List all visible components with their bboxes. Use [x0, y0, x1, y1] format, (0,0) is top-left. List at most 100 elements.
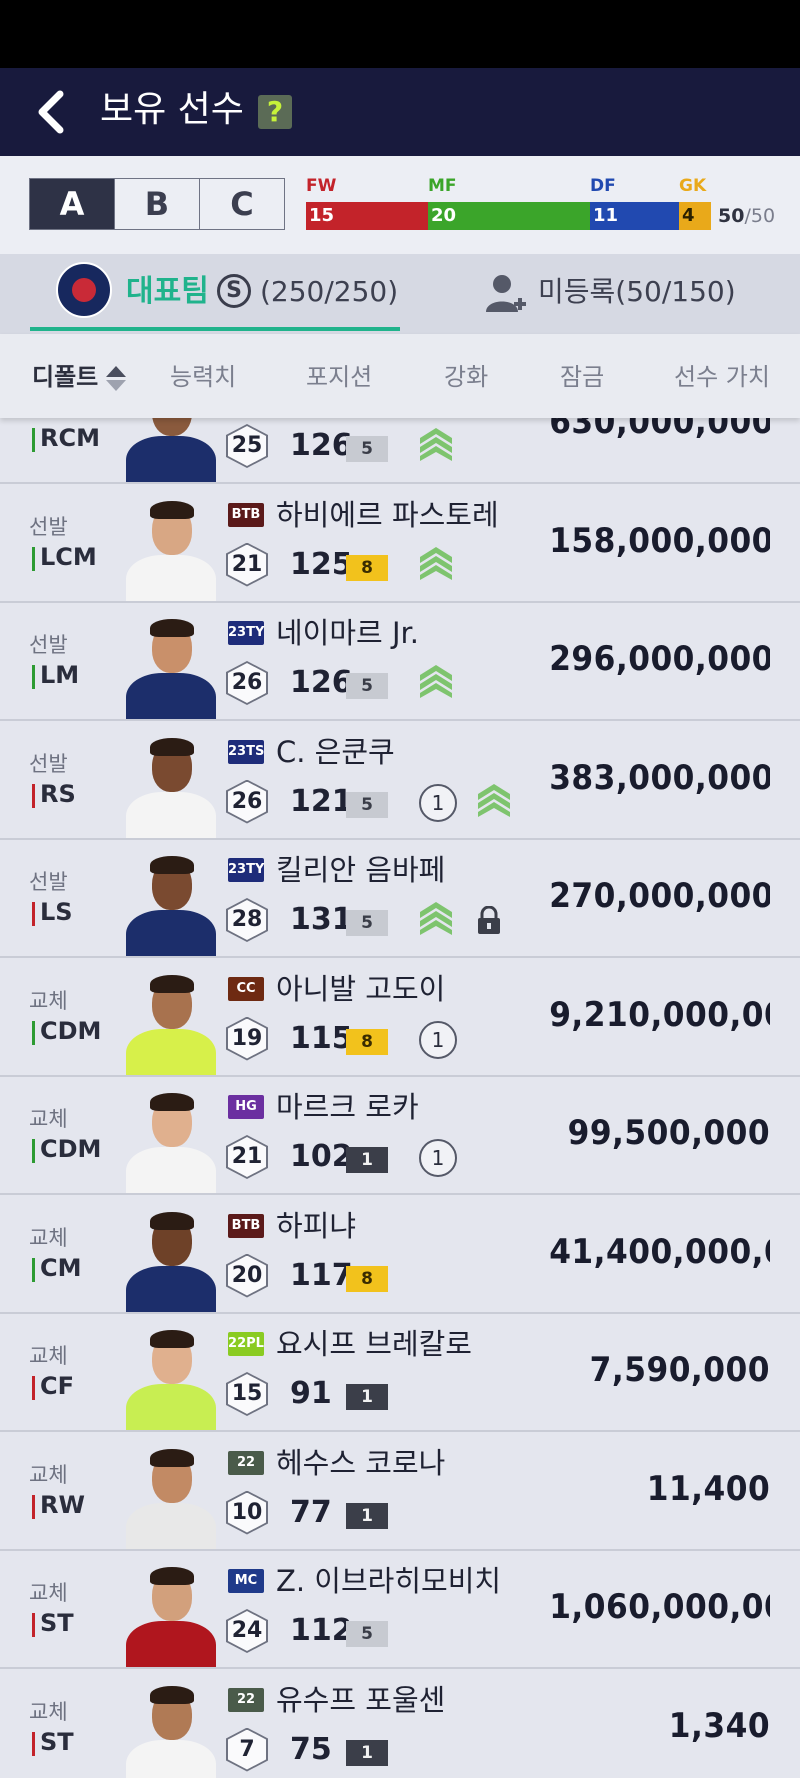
player-value: 99,500,000	[567, 1113, 770, 1153]
tab-main-team[interactable]: 대표팀	[126, 272, 209, 312]
player-portrait	[122, 969, 218, 1075]
player-position: RS	[32, 780, 76, 808]
position-ratio-bar: 15 20 11 4	[306, 202, 711, 230]
player-name: 네이마르 Jr.	[276, 616, 419, 650]
back-arrow-icon[interactable]	[30, 88, 74, 136]
player-row[interactable]: 교체CMBTB하피냐20117841,400,000,000	[0, 1195, 800, 1314]
sort-lock[interactable]: 잠금	[560, 362, 604, 392]
player-row[interactable]: 교체 CF 22PL 요시프 브레칼로 15 91 1 7,590,000	[0, 1314, 800, 1432]
player-name: 유수프 포울센	[276, 1682, 446, 1717]
mf-count: 20	[428, 202, 590, 230]
player-status: 교체	[29, 1462, 68, 1487]
add-user-icon[interactable]	[484, 272, 528, 316]
player-row[interactable]: 교체 RW 22 헤수스 코로나 10 77 1 11,400	[0, 1432, 800, 1551]
player-row[interactable]: 교체STMCZ. 이브라히모비치2411251,060,000,000	[0, 1551, 800, 1669]
player-status: 교체	[29, 1581, 68, 1605]
help-icon[interactable]: ?	[258, 95, 292, 129]
player-row[interactable]: 선발RS23TSC. 은쿤쿠2612151383,000,000,000	[0, 721, 800, 840]
formation-tab-b[interactable]: B	[114, 179, 199, 229]
sort-default[interactable]: 디폴트	[32, 362, 98, 392]
season-badge-icon: 22	[228, 1450, 264, 1475]
rank-up-chevron-icon	[418, 545, 454, 581]
rank-up-chevron-icon	[418, 663, 454, 699]
sort-value[interactable]: 선수 가치	[674, 362, 770, 392]
sort-enhance[interactable]: 강화	[444, 362, 488, 392]
sort-down-icon	[106, 380, 126, 391]
player-position: RW	[32, 1491, 85, 1519]
player-status: 교체	[29, 1107, 68, 1131]
player-row[interactable]: 교체CDMCC아니발 고도이19115819,210,000,000	[0, 958, 800, 1077]
enhance-grade-badge: 1	[346, 1502, 388, 1529]
team-tabs: 대표팀 S (250/250) 미등록(50/150)	[0, 254, 800, 334]
player-position: LS	[32, 898, 73, 926]
player-row[interactable]: 선발LM23TY네이마르 Jr.261265296,000,000,000	[0, 603, 800, 721]
season-badge-icon: 23TS	[228, 739, 264, 764]
enhance-grade-badge: 8	[346, 1265, 388, 1292]
player-position: CDM	[32, 1017, 101, 1045]
player-portrait	[122, 1324, 218, 1430]
player-position: CF	[32, 1372, 74, 1400]
squad-total-max: /50	[744, 205, 776, 227]
lock-icon[interactable]	[476, 905, 502, 934]
formation-tab-c[interactable]: C	[199, 179, 284, 229]
gk-label: GK	[679, 176, 707, 196]
mf-label: MF	[428, 176, 457, 196]
season-badge-icon: 23TY	[228, 621, 264, 645]
training-level-icon: 1	[419, 783, 457, 822]
player-position: RCM	[32, 424, 100, 452]
player-name: 마르크 로카	[276, 1090, 419, 1124]
player-portrait	[122, 1561, 218, 1667]
player-value: 9,210,000,000	[549, 994, 770, 1035]
sort-up-icon	[106, 366, 126, 377]
player-value: 41,400,000,000	[549, 1231, 770, 1272]
season-badge-icon: HG	[228, 1095, 264, 1119]
training-level-icon: 1	[419, 1020, 457, 1059]
season-badge-icon: 23TY	[228, 858, 264, 882]
player-status: 교체	[29, 1225, 68, 1250]
enhance-grade-badge: 8	[346, 1028, 388, 1055]
psg-crest-icon	[56, 262, 112, 318]
player-row[interactable]: 선발LS23TY킬리안 음바페281315270,000,000,000	[0, 840, 800, 958]
player-portrait	[122, 1443, 218, 1549]
player-row[interactable]: 교체 ST 22 유수프 포울센 7 75 1 1,340	[0, 1669, 800, 1778]
enhance-grade-badge: 1	[346, 1739, 388, 1766]
player-portrait	[122, 850, 218, 956]
formation-tab-a[interactable]: A	[30, 179, 114, 229]
sort-position[interactable]: 포지션	[306, 362, 372, 392]
df-count: 11	[590, 202, 679, 230]
player-position: ST	[32, 1609, 74, 1637]
player-value: 270,000,000,000	[549, 876, 770, 916]
rank-up-chevron-icon	[476, 782, 512, 818]
fw-label: FW	[306, 176, 337, 196]
player-name: 킬리안 음바페	[276, 853, 446, 887]
season-badge-icon: BTB	[228, 1213, 264, 1238]
status-bar	[0, 0, 800, 68]
player-ovr: 77	[290, 1494, 332, 1530]
title-bar: 보유 선수 ?	[0, 68, 800, 156]
player-ovr: 75	[290, 1731, 332, 1767]
player-ovr: 126	[290, 428, 353, 463]
player-name: 하피냐	[276, 1208, 357, 1243]
squad-total-count: 50	[718, 205, 745, 227]
enhance-grade-badge: 5	[346, 1621, 388, 1647]
player-ovr: 91	[290, 1376, 332, 1411]
player-row[interactable]: 선발LCMBTB하비에르 파스토레211258158,000,000,000	[0, 484, 800, 603]
player-ovr: 131	[290, 902, 353, 937]
player-value: 7,590,000	[589, 1350, 770, 1390]
player-ovr: 117	[290, 1257, 353, 1293]
enhance-grade-badge: 5	[346, 436, 388, 462]
player-ovr: 126	[290, 665, 353, 700]
player-value: 296,000,000,000	[549, 639, 770, 679]
formation-panel: A B C FW MF DF GK 15 20 11 4 50/50	[0, 156, 800, 254]
player-row[interactable]: 교체 CDM HG 마르크 로카 21 102 1 1 99,500,000	[0, 1077, 800, 1195]
sort-ability[interactable]: 능력치	[170, 362, 236, 392]
player-position: ST	[32, 1728, 74, 1756]
rank-up-chevron-icon	[418, 900, 454, 936]
player-portrait	[122, 1680, 218, 1778]
player-value: 1,340	[668, 1705, 770, 1746]
player-name: 하비에르 파스토레	[276, 497, 499, 532]
tab-unregistered[interactable]: 미등록(50/150)	[538, 272, 736, 312]
player-list: 선발RCM23TY아슈라프 하키미251265630,000,000,000선발…	[0, 400, 800, 1778]
season-badge-icon: BTB	[228, 502, 264, 527]
player-position: CDM	[32, 1135, 101, 1163]
